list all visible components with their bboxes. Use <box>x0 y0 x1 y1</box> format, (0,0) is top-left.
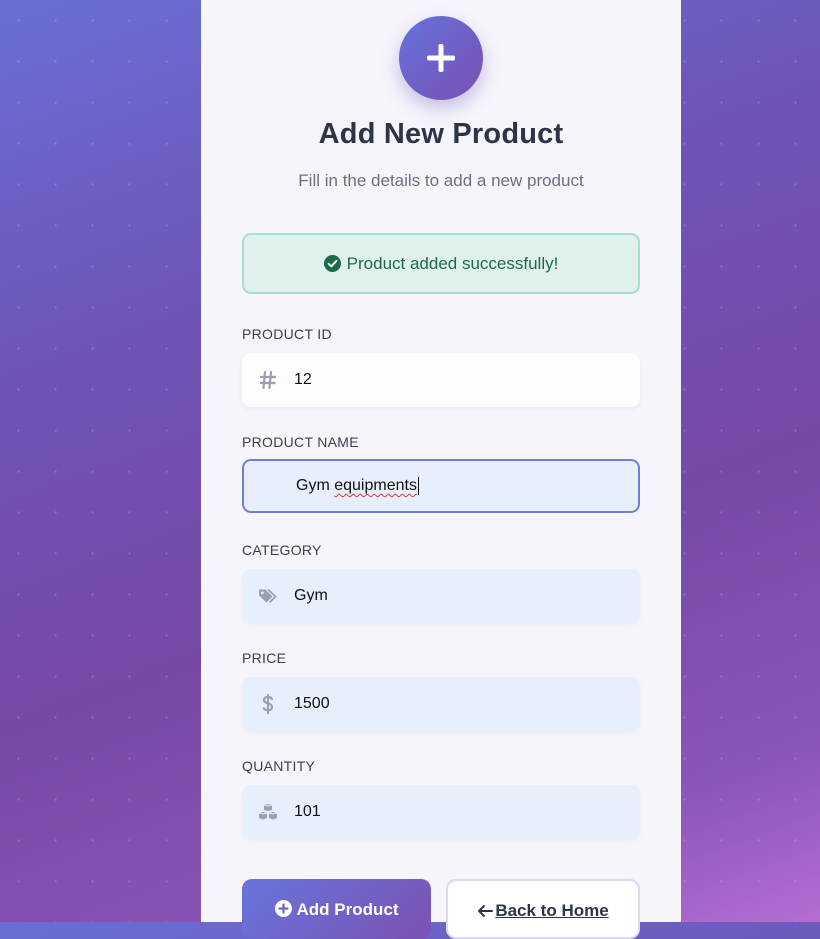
price-value: 1500 <box>294 695 330 712</box>
plus-circle-icon <box>274 900 292 917</box>
text-caret <box>417 476 419 495</box>
quantity-label: QUANTITY <box>242 758 316 774</box>
price-label: PRICE <box>242 650 287 666</box>
page-subtitle: Fill in the details to add a new product <box>298 171 584 190</box>
cubes-icon <box>242 803 294 821</box>
product-id-field[interactable]: 12 <box>242 353 640 407</box>
alert-message: Product added successfully! <box>346 253 559 273</box>
back-home-label: Back to Home <box>495 901 609 920</box>
product-name-word2: equipments <box>334 477 417 495</box>
product-name-value: Gym equipments <box>296 476 419 495</box>
dollar-icon <box>242 694 294 714</box>
product-name-field[interactable]: Gym equipments <box>242 459 640 513</box>
quantity-field[interactable]: 101 <box>242 785 640 839</box>
plus-icon <box>427 44 455 72</box>
success-alert: Product added successfully! <box>242 233 640 294</box>
hash-icon <box>242 371 294 389</box>
check-circle-icon <box>323 255 341 272</box>
add-product-label: Add Product <box>296 900 399 919</box>
quantity-value: 101 <box>294 803 321 820</box>
price-field[interactable]: 1500 <box>242 677 640 731</box>
category-value: Gym <box>294 587 328 604</box>
product-name-word1: Gym <box>296 477 330 495</box>
back-home-button[interactable]: Back to Home <box>446 879 640 939</box>
page-title: Add New Product <box>318 118 564 150</box>
add-product-button[interactable]: Add Product <box>242 879 431 939</box>
form-card: Add New Product Fill in the details to a… <box>201 0 681 939</box>
category-label: CATEGORY <box>242 542 322 558</box>
product-id-value: 12 <box>294 371 312 388</box>
tags-icon <box>242 588 294 605</box>
category-field[interactable]: Gym <box>242 569 640 623</box>
arrow-left-icon <box>478 905 494 917</box>
product-name-label: PRODUCT NAME <box>242 434 359 450</box>
plus-logo <box>399 16 483 100</box>
product-id-label: PRODUCT ID <box>242 326 332 342</box>
